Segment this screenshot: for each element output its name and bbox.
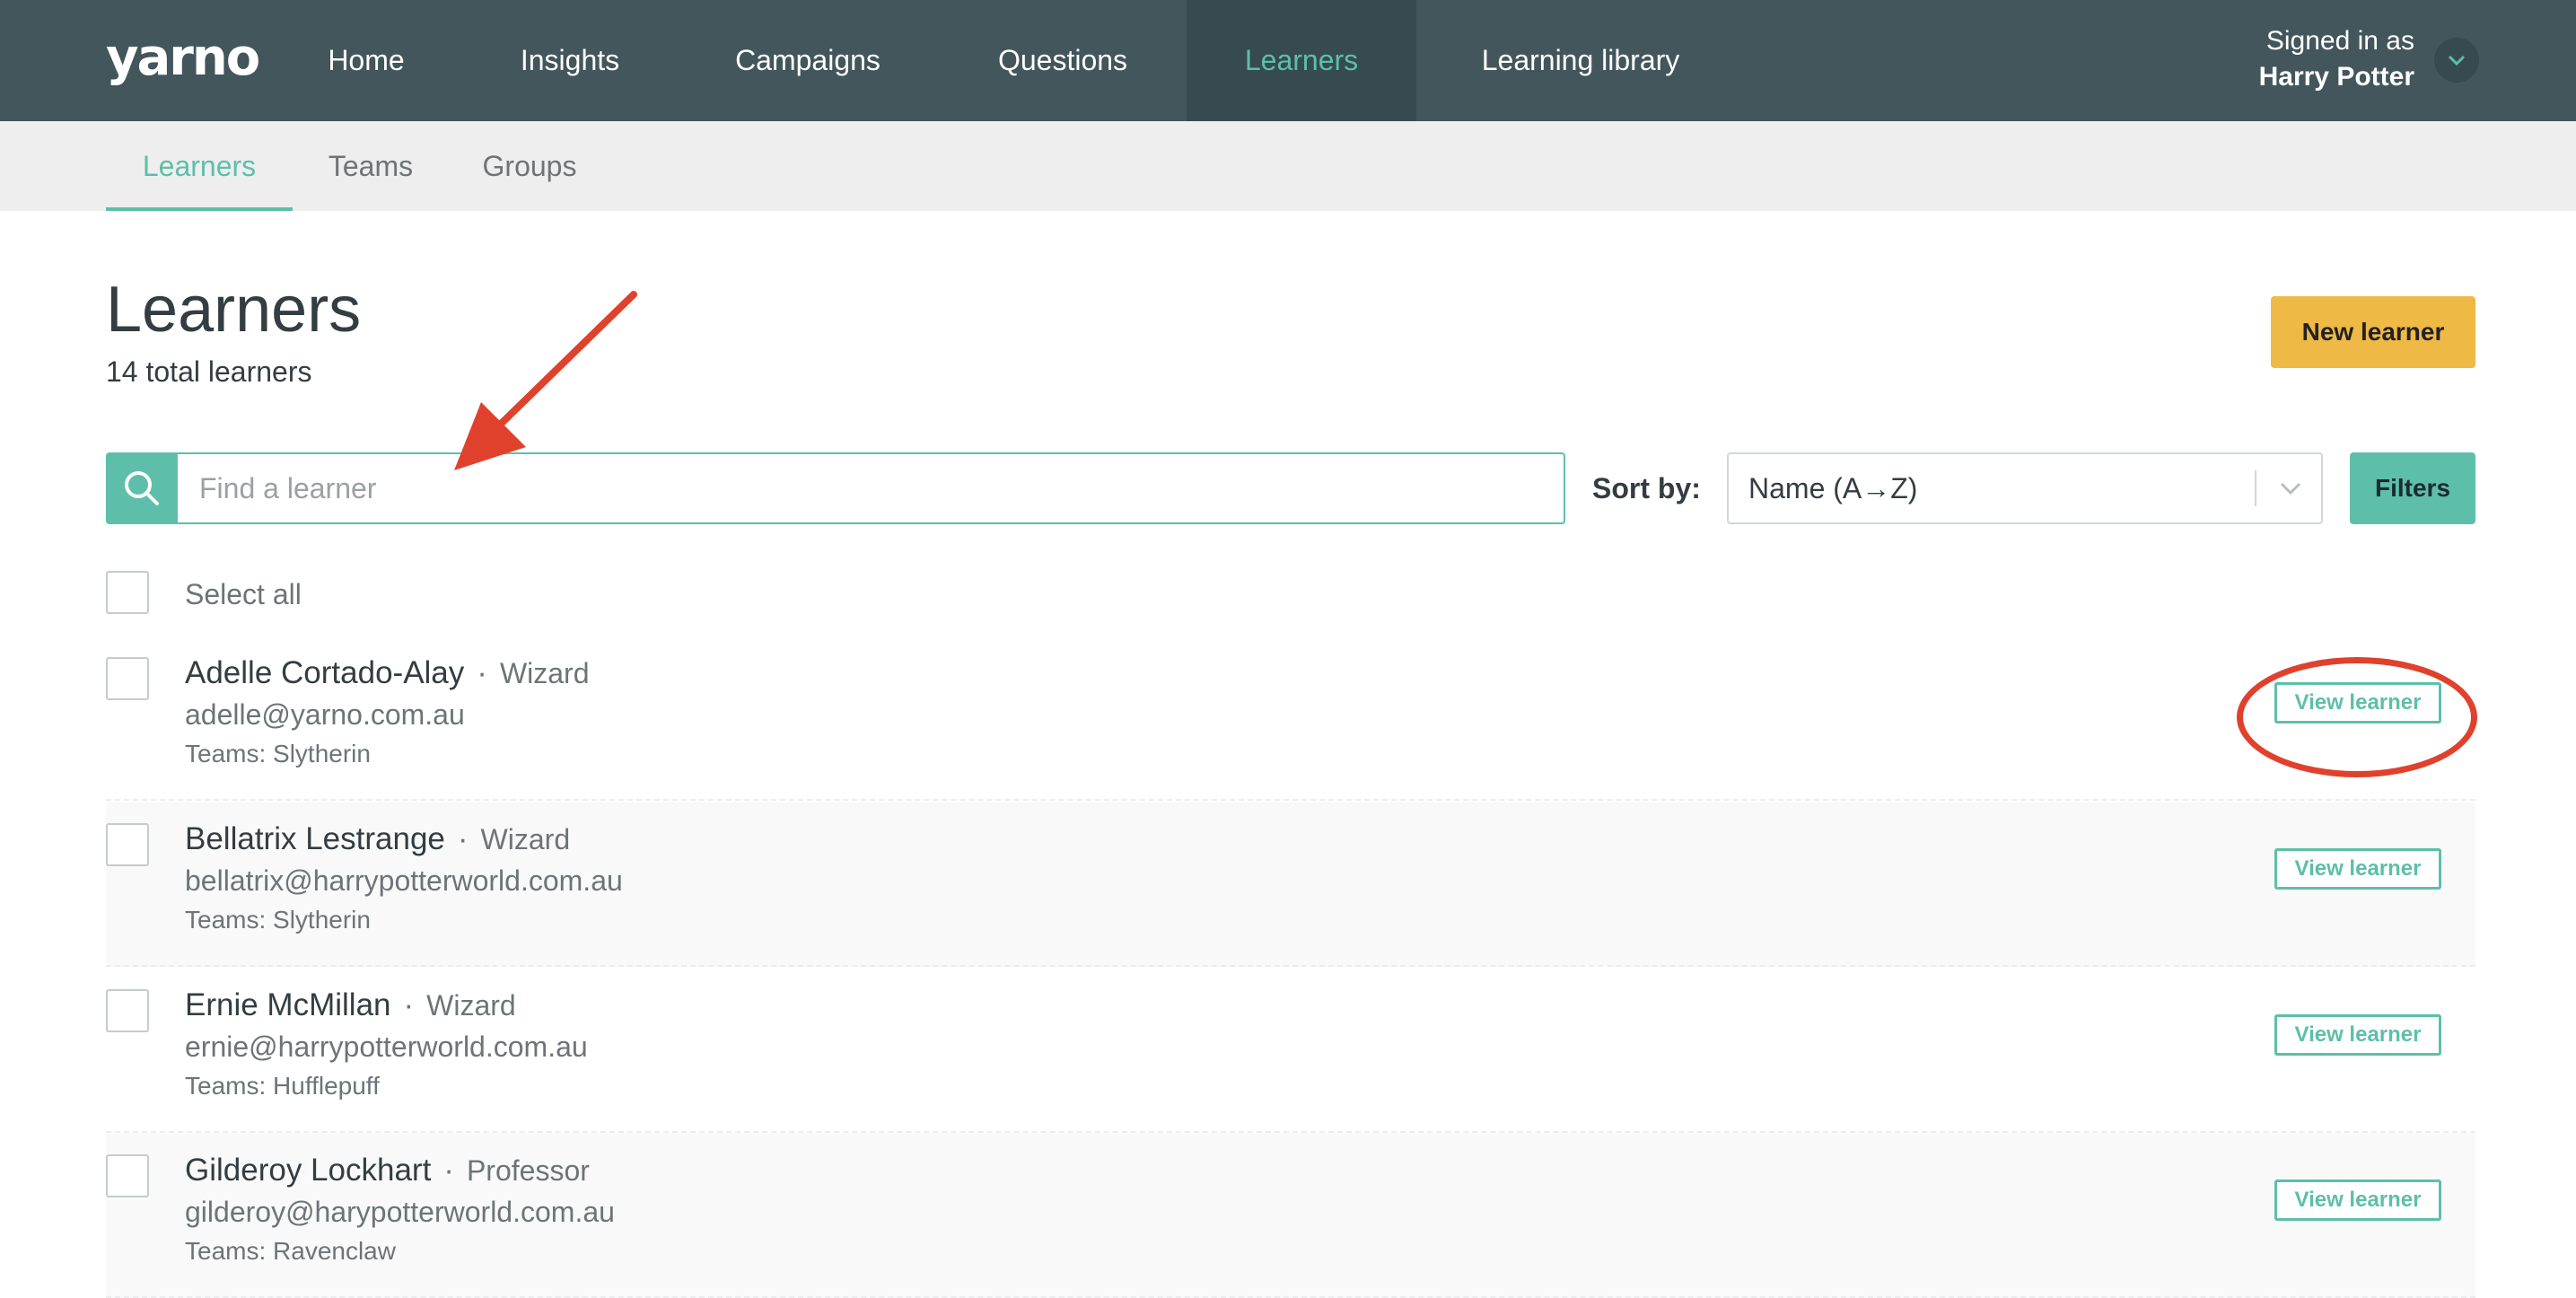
annotation-arrow <box>454 291 637 470</box>
sort-label: Sort by: <box>1592 472 1701 504</box>
sort-select[interactable]: Name (A→Z) <box>1727 452 2323 524</box>
learner-teams: Teams: Ravenclaw <box>185 1237 396 1265</box>
select-all-label: Select all <box>185 578 302 610</box>
total-learners-count: 14 total learners <box>106 355 312 388</box>
chevron-down-icon <box>2280 482 2301 496</box>
yarno-logo[interactable]: yarno <box>106 27 260 90</box>
user-name: Harry Potter <box>2258 62 2414 92</box>
nav-campaigns[interactable]: Campaigns <box>700 0 916 121</box>
learner-checkbox[interactable] <box>106 657 149 700</box>
learner-role: Wizard <box>499 657 590 689</box>
separator-dot: · <box>403 987 415 1022</box>
nav-learners[interactable]: Learners <box>1187 0 1416 121</box>
view-learner-button[interactable]: View learner <box>2274 1180 2441 1221</box>
learner-teams: Teams: Hufflepuff <box>185 1072 380 1100</box>
learner-row: Ernie McMillan · Wizard ernie@harrypotterw… <box>106 968 2475 1133</box>
learner-name-line: Ernie McMillan · Wizard <box>185 984 516 1027</box>
view-learner-button[interactable]: View learner <box>2274 682 2441 724</box>
learner-checkbox[interactable] <box>106 1154 149 1197</box>
separator-dot: · <box>477 655 487 690</box>
nav-questions[interactable]: Questions <box>960 0 1165 121</box>
sort-divider <box>2255 470 2256 506</box>
separator-dot: · <box>457 821 469 856</box>
learner-email: ernie@harrypotterworld.com.au <box>185 1031 588 1063</box>
top-nav: yarno Home Insights Campaigns Questions … <box>0 0 2576 121</box>
learner-name[interactable]: Ernie McMillan <box>185 987 391 1022</box>
learner-name[interactable]: Bellatrix Lestrange <box>185 821 445 856</box>
select-all-checkbox[interactable] <box>106 571 149 614</box>
new-learner-button[interactable]: New learner <box>2271 296 2475 368</box>
sort-selected-value: Name (A→Z) <box>1748 472 1918 504</box>
view-learner-button[interactable]: View learner <box>2274 1014 2441 1056</box>
filters-button[interactable]: Filters <box>2350 452 2475 524</box>
learner-checkbox[interactable] <box>106 823 149 866</box>
learner-role: Wizard <box>480 823 571 855</box>
separator-dot: · <box>443 1153 454 1188</box>
search-button[interactable] <box>106 452 178 524</box>
signed-in-label: Signed in as <box>2265 26 2414 56</box>
learner-role: Wizard <box>426 989 516 1022</box>
learner-role: Professor <box>466 1154 590 1187</box>
search-input[interactable] <box>178 452 1565 524</box>
page-title: Learners <box>106 274 362 346</box>
user-menu-button[interactable] <box>2434 38 2479 83</box>
chevron-down-icon <box>2448 55 2466 66</box>
view-learner-button[interactable]: View learner <box>2274 848 2441 890</box>
learner-checkbox[interactable] <box>106 989 149 1032</box>
learner-row: Gilderoy Lockhart · Professor gilderoy@har… <box>106 1133 2475 1298</box>
nav-insights[interactable]: Insights <box>485 0 655 121</box>
signed-in-info: Signed in as Harry Potter <box>2259 23 2414 95</box>
learner-name-line: Adelle Cortado-Alay · Wizard <box>185 652 590 695</box>
search-icon <box>125 471 159 505</box>
subnav-learners[interactable]: Learners <box>106 121 293 211</box>
nav-home[interactable]: Home <box>296 0 436 121</box>
learner-name[interactable]: Gilderoy Lockhart <box>185 1153 431 1188</box>
subnav-teams[interactable]: Teams <box>314 121 427 211</box>
subnav-groups[interactable]: Groups <box>467 121 592 211</box>
learner-name-line: Gilderoy Lockhart · Professor <box>185 1149 590 1192</box>
nav-learning-library[interactable]: Learning library <box>1454 0 1707 121</box>
learner-name-line: Bellatrix Lestrange · Wizard <box>185 818 570 861</box>
learner-email: bellatrix@harrypotterworld.com.au <box>185 864 623 897</box>
learner-teams: Teams: Slytherin <box>185 906 371 934</box>
sub-nav: Learners Teams Groups <box>0 121 2576 211</box>
learner-row: Bellatrix Lestrange · Wizard bellatrix@har… <box>106 802 2475 967</box>
learner-name[interactable]: Adelle Cortado-Alay <box>185 655 464 690</box>
learner-email: gilderoy@harypotterworld.com.au <box>185 1196 615 1228</box>
learner-row: Adelle Cortado-Alay · Wizard adelle@yarno.… <box>106 636 2475 801</box>
learner-email: adelle@yarno.com.au <box>185 698 465 731</box>
learner-teams: Teams: Slytherin <box>185 740 371 767</box>
